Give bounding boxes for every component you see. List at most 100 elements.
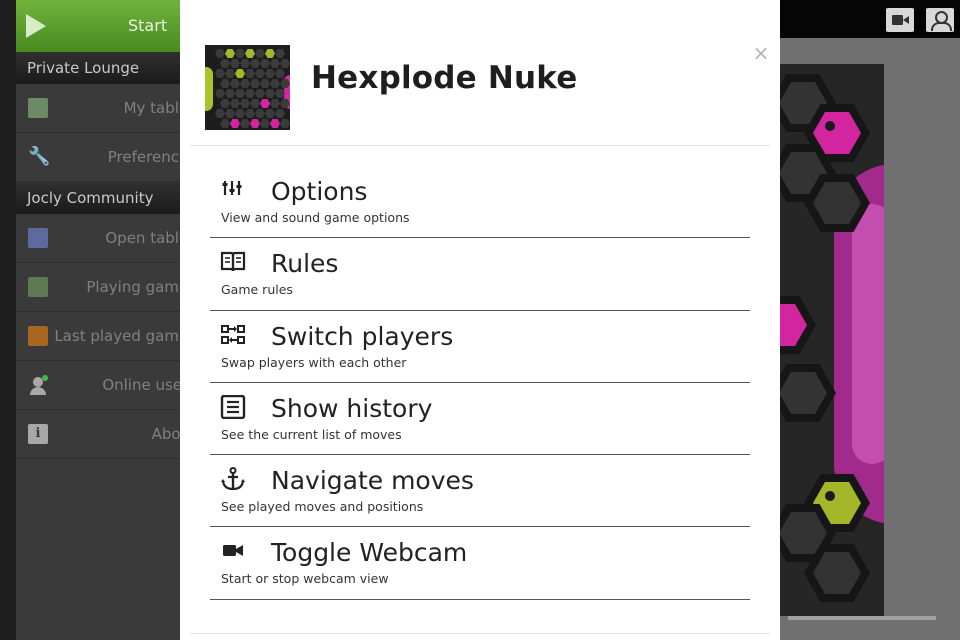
thumbnail-cell (270, 79, 280, 88)
dialog-title: Hexplode Nuke (311, 60, 578, 96)
menu-item-title: Switch players (271, 321, 454, 351)
menu-item-toggle-webcam[interactable]: Toggle Webcam Start or stop webcam view (210, 527, 750, 600)
thumbnail-cell (215, 89, 225, 98)
thumbnail-cell (245, 69, 255, 78)
sidebar-item-last-played[interactable]: Last played games (16, 312, 196, 361)
thumbnail-cell (265, 69, 275, 78)
start-button[interactable]: Start (16, 0, 196, 52)
thumbnail-cell (235, 109, 245, 118)
thumbnail-cell (250, 99, 260, 108)
playing-games-icon (28, 277, 48, 297)
dialog-footer-divider (190, 633, 770, 634)
thumbnail-cell (220, 99, 230, 108)
menu-item-description: Game rules (221, 282, 293, 298)
thumbnail-cell (255, 49, 265, 58)
thumbnail-cell (220, 59, 230, 68)
game-menu-list: Options View and sound game options Rule… (210, 166, 750, 600)
menu-item-switch-players[interactable]: Switch players Swap players with each ot… (210, 311, 750, 383)
sidebar-item-preferences[interactable]: 🔧 Preferences (16, 133, 196, 182)
thumbnail-cell (260, 99, 270, 108)
sidebar-item-online-users[interactable]: Online users (16, 361, 196, 410)
thumbnail-cell (260, 59, 270, 68)
sidebar-item-open-tables[interactable]: Open tables (16, 214, 196, 263)
menu-item-description: Swap players with each other (221, 354, 407, 370)
thumbnail-cell (215, 49, 225, 58)
switch-icon (221, 324, 245, 344)
sidebar: Start Private Lounge My tables 🔧 Prefere… (16, 0, 196, 640)
thumbnail-cell (215, 109, 225, 118)
game-board[interactable] (780, 64, 884, 616)
thumbnail-cell (270, 119, 280, 128)
online-users-icon (28, 375, 48, 395)
menu-item-title: Show history (271, 393, 433, 423)
thumbnail-cell (270, 59, 280, 68)
thumbnail-cell (225, 109, 235, 118)
sliders-icon (222, 181, 242, 195)
menu-item-show-history[interactable]: Show history See the current list of mov… (210, 383, 750, 456)
thumbnail-cell (250, 119, 260, 128)
menu-item-description: See the current list of moves (221, 426, 402, 442)
thumbnail-cell (225, 89, 235, 98)
dialog-header: Hexplode Nuke × (190, 0, 770, 146)
start-label: Start (128, 16, 168, 35)
list-icon (220, 394, 246, 419)
thumbnail-cell (230, 59, 240, 68)
game-area (780, 38, 960, 640)
menu-item-title: Rules (271, 249, 339, 279)
wrench-icon: 🔧 (28, 146, 51, 167)
thumbnail-cell (235, 89, 245, 98)
thumbnail-cell (245, 49, 255, 58)
thumbnail-cell (265, 49, 275, 58)
video-camera-icon (223, 545, 243, 557)
thumbnail-cell (245, 109, 255, 118)
thumbnail-cell (280, 119, 290, 128)
open-tables-icon (28, 228, 48, 248)
scrollbar[interactable] (788, 616, 936, 620)
thumbnail-cell (275, 49, 285, 58)
board-cell-magenta[interactable] (780, 296, 816, 354)
section-private-lounge: Private Lounge (16, 52, 196, 84)
game-thumbnail (205, 45, 290, 130)
thumbnail-cell (220, 119, 230, 128)
close-icon[interactable]: × (751, 42, 771, 64)
thumbnail-cell (260, 79, 270, 88)
thumbnail-cell (225, 49, 235, 58)
thumbnail-cell (250, 79, 260, 88)
anchor-icon (221, 467, 245, 491)
thumbnail-cell (260, 119, 270, 128)
thumbnail-cell (230, 79, 240, 88)
thumbnail-cell (240, 99, 250, 108)
thumbnail-cell (250, 59, 260, 68)
webcam-button[interactable] (886, 8, 914, 32)
thumbnail-cell (215, 69, 225, 78)
thumbnail-cell (280, 59, 290, 68)
thumbnail-cell (265, 89, 275, 98)
board-cell[interactable] (780, 364, 836, 422)
sidebar-item-playing-games[interactable]: Playing games (16, 263, 196, 312)
user-button[interactable] (926, 8, 954, 32)
magenta-blob-highlight (852, 204, 884, 464)
menu-item-title: Navigate moves (271, 466, 474, 496)
menu-item-title: Options (271, 177, 368, 206)
last-played-icon (28, 326, 48, 346)
thumbnail-cell (270, 99, 280, 108)
thumbnail-cell (275, 69, 285, 78)
thumbnail-cell (275, 109, 285, 118)
play-icon (26, 14, 46, 38)
menu-item-description: Start or stop webcam view (221, 571, 389, 587)
sidebar-item-label: Last played games (54, 327, 196, 345)
thumbnail-cell (230, 119, 240, 128)
thumbnail-cell (240, 119, 250, 128)
menu-item-title: Toggle Webcam (271, 538, 468, 568)
menu-item-rules[interactable]: Rules Game rules (210, 238, 750, 311)
sidebar-item-about[interactable]: i About (16, 410, 196, 459)
menu-item-options[interactable]: Options View and sound game options (210, 166, 750, 239)
menu-item-navigate-moves[interactable]: Navigate moves See played moves and posi… (210, 455, 750, 528)
thumbnail-cell (255, 69, 265, 78)
thumbnail-cell (255, 109, 265, 118)
sidebar-item-my-tables[interactable]: My tables (16, 84, 196, 133)
thumbnail-cell (245, 89, 255, 98)
thumbnail-cell (255, 89, 265, 98)
thumbnail-cell (235, 49, 245, 58)
section-jocly-community: Jocly Community (16, 182, 196, 214)
